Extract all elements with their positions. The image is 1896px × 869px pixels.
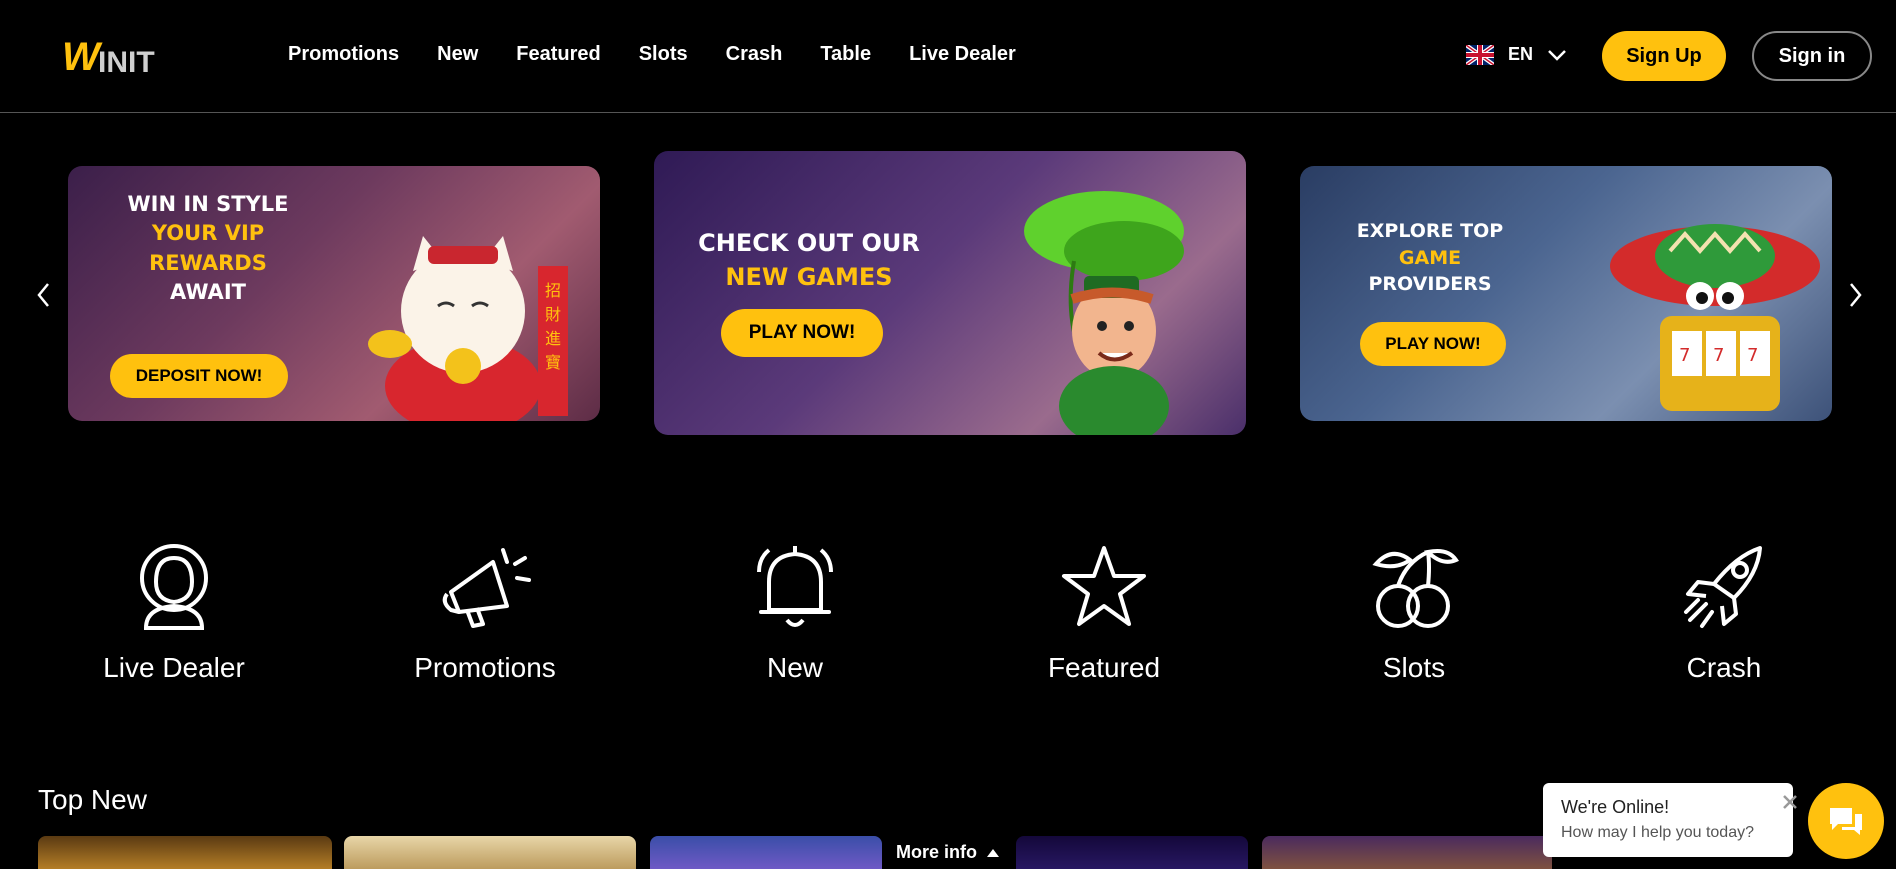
sign-up-button[interactable]: Sign Up (1602, 31, 1726, 81)
play-now-button[interactable]: PLAY NOW! (721, 309, 883, 357)
close-icon[interactable] (1780, 792, 1800, 812)
cherries-icon (1372, 549, 1460, 628)
svg-text:7: 7 (1713, 345, 1724, 366)
chevron-down-icon (1548, 49, 1566, 61)
carousel-prev-arrow-icon[interactable] (34, 280, 54, 310)
game-thumbnail[interactable] (650, 836, 882, 869)
more-info-toggle[interactable]: More info (882, 836, 1010, 869)
chat-greeting-bubble[interactable]: We're Online! How may I help you today? (1543, 783, 1793, 857)
more-info-label: More info (896, 842, 977, 862)
slot-machine-sombrero-illustration: 7 7 7 (1610, 224, 1820, 411)
chat-title: We're Online! (1561, 797, 1670, 817)
category-label: Promotions (414, 652, 556, 683)
promo-banner-providers[interactable]: 7 7 7 EXPLORE TOP GAME PROVIDERS PLAY NO… (1300, 166, 1832, 421)
svg-text:7: 7 (1679, 345, 1690, 366)
banner-line: CHECK OUT OUR (698, 229, 920, 257)
banner-line: GAME (1398, 246, 1462, 269)
category-promotions[interactable]: Promotions (385, 542, 585, 684)
category-live-dealer[interactable]: Live Dealer (74, 542, 274, 684)
category-crash[interactable]: Crash (1624, 542, 1824, 684)
site-header: W INIT Promotions New Featured Slots Cra… (0, 0, 1896, 113)
lucky-cat-illustration: 招 財 進 寶 (368, 236, 568, 421)
category-label: New (766, 652, 823, 683)
carousel-next-arrow-icon[interactable] (1845, 280, 1865, 310)
main-nav: Promotions New Featured Slots Crash Tabl… (288, 43, 1016, 66)
game-thumbnail[interactable] (344, 836, 636, 869)
banner-line: NEW GAMES (725, 262, 893, 291)
svg-text:進: 進 (545, 329, 561, 348)
svg-text:寶: 寶 (545, 353, 561, 372)
leprechaun-illustration (1024, 191, 1184, 435)
banner-line: EXPLORE TOP (1356, 220, 1504, 242)
banner-line: AWAIT (170, 280, 246, 305)
nav-new[interactable]: New (437, 43, 478, 66)
svg-text:W: W (62, 35, 103, 78)
language-code: EN (1508, 44, 1534, 64)
promo-banner-vip[interactable]: 招 財 進 寶 WIN IN STYLE YOUR VIP REWARDS AW… (68, 166, 600, 421)
banner-headline: EXPLORE TOP GAME PROVIDERS (1350, 218, 1510, 298)
category-new[interactable]: New (695, 542, 895, 684)
nav-featured[interactable]: Featured (516, 43, 600, 66)
banner-headline: WIN IN STYLE YOUR VIP REWARDS AWAIT (108, 190, 308, 308)
star-icon (1062, 546, 1146, 626)
banner-line: WIN IN STYLE (127, 192, 289, 216)
svg-text:INIT: INIT (98, 46, 155, 78)
chat-subtitle: How may I help you today? (1561, 824, 1754, 841)
svg-text:招: 招 (545, 281, 561, 300)
banner-line: YOUR VIP (151, 221, 265, 246)
banner-line: REWARDS (149, 250, 267, 275)
uk-flag-icon (1466, 44, 1494, 65)
nav-table[interactable]: Table (820, 43, 871, 66)
play-now-button[interactable]: PLAY NOW! (1360, 322, 1506, 366)
nav-crash[interactable]: Crash (726, 43, 783, 66)
bell-icon (757, 546, 833, 627)
megaphone-icon (442, 548, 531, 628)
section-title-top-new: Top New (38, 784, 147, 815)
svg-text:7: 7 (1747, 345, 1758, 366)
category-slots[interactable]: Slots (1314, 542, 1514, 684)
nav-promotions[interactable]: Promotions (288, 43, 399, 66)
rocket-icon (1684, 546, 1762, 628)
category-label: Live Dealer (103, 652, 245, 683)
banner-line: PROVIDERS (1368, 273, 1492, 296)
chat-launcher-button[interactable] (1808, 783, 1884, 859)
promo-banner-new-games[interactable]: CHECK OUT OUR NEW GAMES PLAY NOW! (654, 151, 1246, 435)
chat-bubbles-icon (1830, 808, 1862, 835)
nav-live-dealer[interactable]: Live Dealer (909, 43, 1016, 66)
game-thumbnail[interactable] (38, 836, 332, 869)
nav-slots[interactable]: Slots (639, 43, 688, 66)
language-selector[interactable]: EN (1466, 44, 1567, 65)
category-label: Slots (1382, 652, 1446, 683)
game-thumbnail[interactable] (1016, 836, 1248, 869)
deposit-now-button[interactable]: DEPOSIT NOW! (110, 354, 288, 398)
banner-headline: CHECK OUT OUR NEW GAMES (684, 227, 934, 294)
live-dealer-icon (140, 544, 208, 630)
svg-text:財: 財 (545, 305, 561, 324)
winit-logo[interactable]: W INIT (62, 34, 190, 78)
category-label: Featured (1047, 652, 1161, 683)
game-thumbnail[interactable] (1262, 836, 1552, 869)
triangle-up-icon (987, 848, 999, 857)
sign-in-button[interactable]: Sign in (1752, 31, 1872, 81)
category-label: Crash (1686, 652, 1762, 683)
category-featured[interactable]: Featured (1004, 542, 1204, 684)
